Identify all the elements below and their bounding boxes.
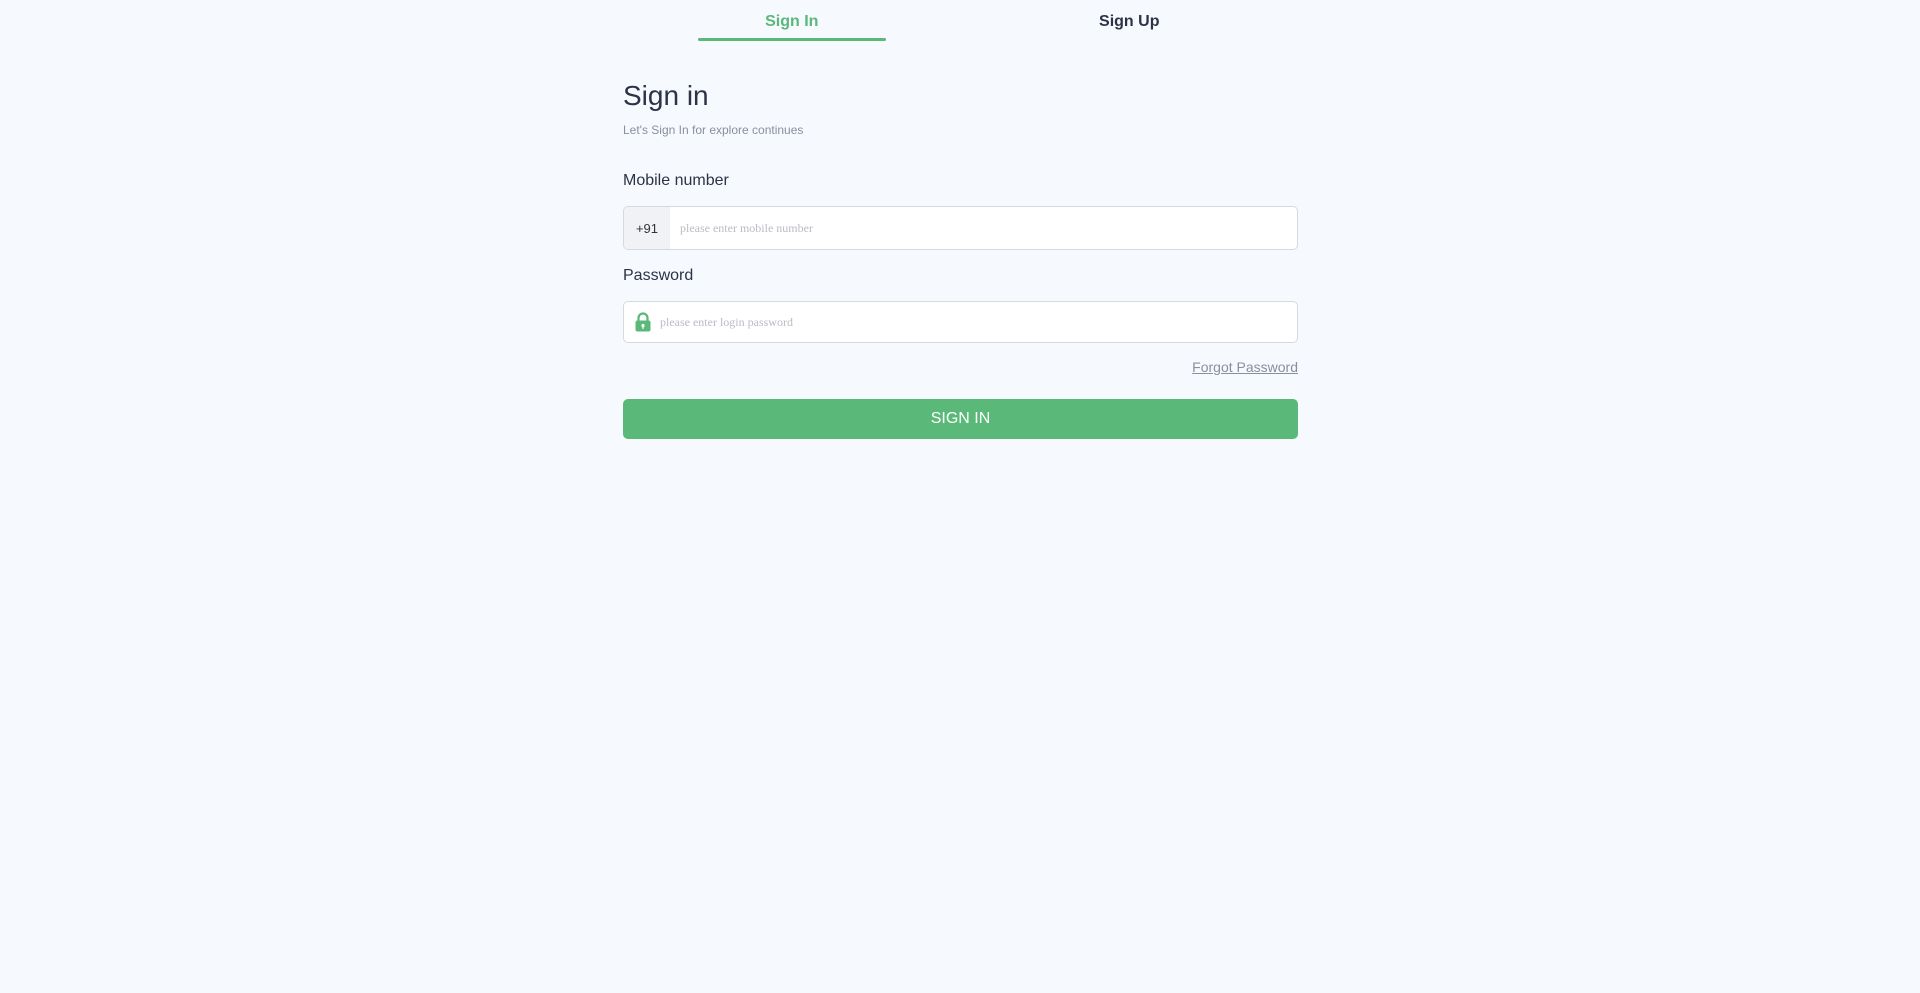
sign-in-button[interactable]: SIGN IN — [623, 399, 1298, 439]
lock-icon — [632, 311, 654, 333]
tab-sign-in-label: Sign In — [765, 13, 819, 30]
forgot-password-link[interactable]: Forgot Password — [1192, 359, 1298, 375]
password-input[interactable] — [654, 302, 1297, 342]
page-title: Sign in — [623, 80, 709, 111]
password-label: Password — [623, 267, 694, 284]
tab-sign-up-label: Sign Up — [1099, 13, 1160, 30]
auth-tabs: Sign In Sign Up — [623, 0, 1298, 42]
mobile-number-input[interactable] — [670, 207, 1297, 249]
tab-sign-up[interactable]: Sign Up — [961, 0, 1299, 42]
password-field-wrapper — [623, 301, 1298, 343]
country-code-prefix: +91 — [624, 207, 670, 249]
mobile-number-label: Mobile number — [623, 172, 729, 189]
mobile-number-field-wrapper: +91 — [623, 206, 1298, 250]
tab-sign-in[interactable]: Sign In — [623, 0, 961, 42]
page-subtitle: Let's Sign In for explore continues — [623, 123, 804, 137]
